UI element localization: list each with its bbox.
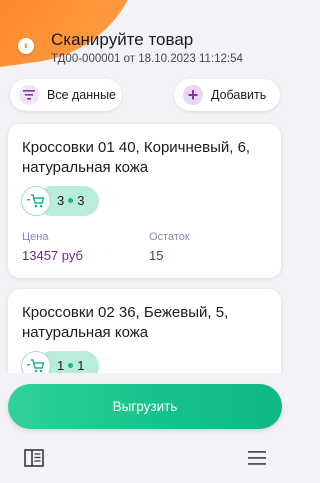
item-name: Кроссовки 01 40, Коричневый, 6, натураль… — [22, 139, 251, 176]
item-name: Кроссовки 02 36, Бежевый, 5, натуральная… — [22, 304, 229, 341]
all-data-button[interactable]: Все данные — [10, 79, 122, 111]
price-value: 13457 руб — [22, 248, 83, 263]
hamburger-menu-icon[interactable] — [247, 450, 267, 466]
list-item[interactable]: Кроссовки 01 40, Коричневый, 6, натураль… — [8, 124, 281, 278]
filter-icon — [19, 85, 39, 105]
header: ‹ Сканируйте товар ТД00-000001 от 18.10.… — [0, 0, 290, 75]
chevron-left-icon: ‹ — [24, 39, 28, 52]
item-list[interactable]: Кроссовки 01 40, Коричневый, 6, натураль… — [0, 122, 290, 373]
separator-dot — [68, 363, 74, 368]
qty-planned: 1 — [77, 358, 85, 373]
stock-value: 15 — [149, 248, 164, 263]
cart-minus-icon[interactable] — [21, 351, 51, 373]
qty-scanned: 3 — [57, 193, 65, 208]
back-button[interactable]: ‹ — [18, 38, 34, 54]
separator-dot — [68, 198, 74, 203]
all-data-label: Все данные — [47, 88, 117, 102]
cart-minus-icon[interactable] — [21, 186, 51, 216]
page-title: Сканируйте товар — [51, 30, 194, 49]
upload-label: Выгрузить — [112, 399, 178, 414]
add-label: Добавить — [211, 88, 267, 102]
stock-label: Остаток — [149, 231, 190, 243]
list-item[interactable]: Кроссовки 02 36, Бежевый, 5, натуральная… — [8, 289, 281, 373]
qty-planned: 3 — [77, 193, 85, 208]
add-button[interactable]: + Добавить — [174, 79, 280, 111]
quantity-indicator[interactable]: 3 3 — [21, 186, 101, 216]
document-subtitle: ТД00-000001 от 18.10.2023 11:12:54 — [51, 53, 243, 65]
sidebar-panel-icon[interactable] — [24, 449, 44, 467]
qty-scanned: 1 — [57, 358, 65, 373]
price-label: Цена — [22, 231, 49, 243]
quantity-indicator[interactable]: 1 1 — [21, 351, 101, 373]
plus-icon: + — [183, 85, 203, 105]
upload-button[interactable]: Выгрузить — [8, 384, 282, 429]
